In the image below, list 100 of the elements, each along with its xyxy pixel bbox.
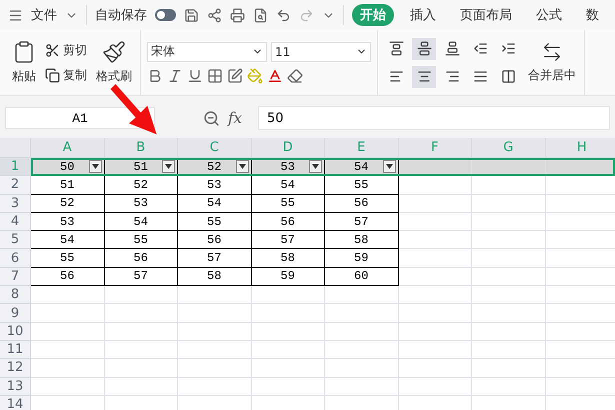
center-align-button[interactable] (412, 66, 436, 88)
file-menu[interactable]: 文件 (31, 6, 57, 24)
ribbon-tab[interactable]: 插入 (402, 4, 444, 26)
row-header[interactable]: 3 (0, 194, 31, 213)
filter-dropdown[interactable] (88, 160, 102, 173)
merge-center-button[interactable]: 合并居中 (526, 39, 578, 86)
undo-icon[interactable] (276, 8, 292, 22)
table-cell: 54 (252, 176, 325, 195)
triangle-down-icon (312, 164, 319, 169)
table-cell: 51 (31, 176, 104, 195)
table-cell: 58 (178, 268, 252, 286)
top-align-icon (388, 41, 404, 56)
format-painter-button[interactable]: 格式刷 (94, 38, 134, 87)
table-cell: 55 (104, 231, 178, 250)
table-cell: 60 (325, 268, 398, 286)
print-preview-icon[interactable] (253, 8, 268, 22)
share-icon[interactable] (207, 8, 222, 22)
ribbon-tab[interactable]: 公式 (528, 4, 570, 26)
copy-icon (45, 68, 60, 82)
row-header[interactable]: 4 (0, 212, 31, 232)
row-header[interactable]: 14 (0, 396, 31, 410)
table-cell: 55 (31, 249, 104, 268)
left-align-icon (388, 69, 404, 84)
filter-dropdown[interactable] (382, 160, 396, 173)
table-cell: 59 (252, 268, 325, 286)
row-header[interactable]: 10 (0, 322, 31, 341)
table-cell: 55 (252, 194, 325, 213)
table-cell: 56 (252, 212, 325, 232)
row-header[interactable]: 8 (0, 286, 31, 304)
table-cell: 52 (104, 176, 178, 195)
italic-icon[interactable] (167, 68, 183, 84)
paintbrush-icon (102, 40, 126, 64)
underline-icon[interactable] (187, 68, 203, 84)
row-header[interactable]: 13 (0, 378, 31, 396)
table-cell: 54 (31, 231, 104, 250)
filter-dropdown[interactable] (236, 160, 248, 173)
bottom-align-icon (444, 41, 460, 56)
row-header[interactable]: 5 (0, 231, 31, 250)
row-header[interactable]: 12 (0, 359, 31, 378)
formula-field[interactable]: 50 (258, 106, 610, 130)
scissors-icon (45, 42, 60, 58)
table-cell: 57 (178, 249, 252, 268)
ribbon-tab[interactable]: 数 (578, 4, 607, 26)
outdent-align-icon (472, 41, 488, 56)
save-icon[interactable] (184, 8, 200, 22)
row-header[interactable]: 9 (0, 304, 31, 323)
table-cell: 55 (325, 176, 398, 195)
paste-button[interactable]: 粘贴 (10, 38, 38, 87)
table-cell: 56 (325, 194, 398, 213)
middle-align-icon (416, 41, 432, 56)
autosave-toggle[interactable] (154, 9, 176, 21)
table-cell: 52 (31, 194, 104, 213)
zoom-out-icon[interactable] (203, 110, 220, 126)
copy-button[interactable]: 复制 (44, 66, 88, 84)
font-color-icon[interactable] (267, 68, 283, 84)
menu-icon[interactable] (8, 8, 23, 22)
cell-style-icon[interactable] (227, 68, 243, 84)
table-cell: 55 (178, 212, 252, 232)
table-cell: 58 (252, 249, 325, 268)
row-header[interactable]: 6 (0, 249, 31, 268)
row-header[interactable]: 2 (0, 176, 31, 195)
fx-label: fx (228, 109, 242, 127)
border-icon[interactable] (207, 68, 223, 84)
autosave-label: 自动保存 (94, 7, 147, 24)
table-cell: 56 (178, 231, 252, 250)
fill-color-icon[interactable] (247, 68, 263, 84)
table-cell: 57 (252, 231, 325, 250)
row-header[interactable]: 11 (0, 340, 31, 360)
table-cell: 53 (31, 212, 104, 232)
ribbon-tab[interactable]: 开始 (352, 4, 394, 26)
triangle-down-icon (386, 164, 392, 169)
indent-align-icon (500, 41, 516, 56)
table-cell: 53 (104, 194, 178, 213)
table-cell: 56 (31, 268, 104, 286)
cut-button[interactable]: 剪切 (44, 40, 88, 60)
table-cell: 57 (325, 212, 398, 232)
table-cell: 57 (104, 268, 178, 286)
eraser-icon[interactable] (287, 68, 303, 84)
justify-align-icon (472, 69, 488, 84)
table-cell: 59 (325, 249, 398, 268)
triangle-down-icon (238, 164, 246, 169)
table-cell: 54 (178, 194, 252, 213)
filter-dropdown[interactable] (309, 160, 322, 173)
table-cell: 54 (104, 212, 178, 232)
table-cell: 56 (104, 249, 178, 268)
filter-dropdown[interactable] (162, 160, 175, 173)
center-align-icon (416, 69, 432, 84)
triangle-down-icon (92, 164, 98, 169)
ribbon-tab[interactable]: 页面布局 (452, 4, 520, 26)
right-align-icon (444, 69, 460, 84)
table-cell: 58 (325, 231, 398, 250)
triangle-down-icon (165, 164, 172, 169)
middle-align-button[interactable] (412, 38, 436, 60)
font-size-select[interactable]: 11 (271, 42, 371, 62)
row-header[interactable]: 7 (0, 268, 31, 286)
merge-icon (541, 41, 563, 63)
table-cell: 53 (178, 176, 252, 195)
font-select[interactable]: 宋体 (147, 42, 267, 62)
printer-icon[interactable] (230, 8, 246, 22)
distribute-align-icon (500, 69, 516, 84)
